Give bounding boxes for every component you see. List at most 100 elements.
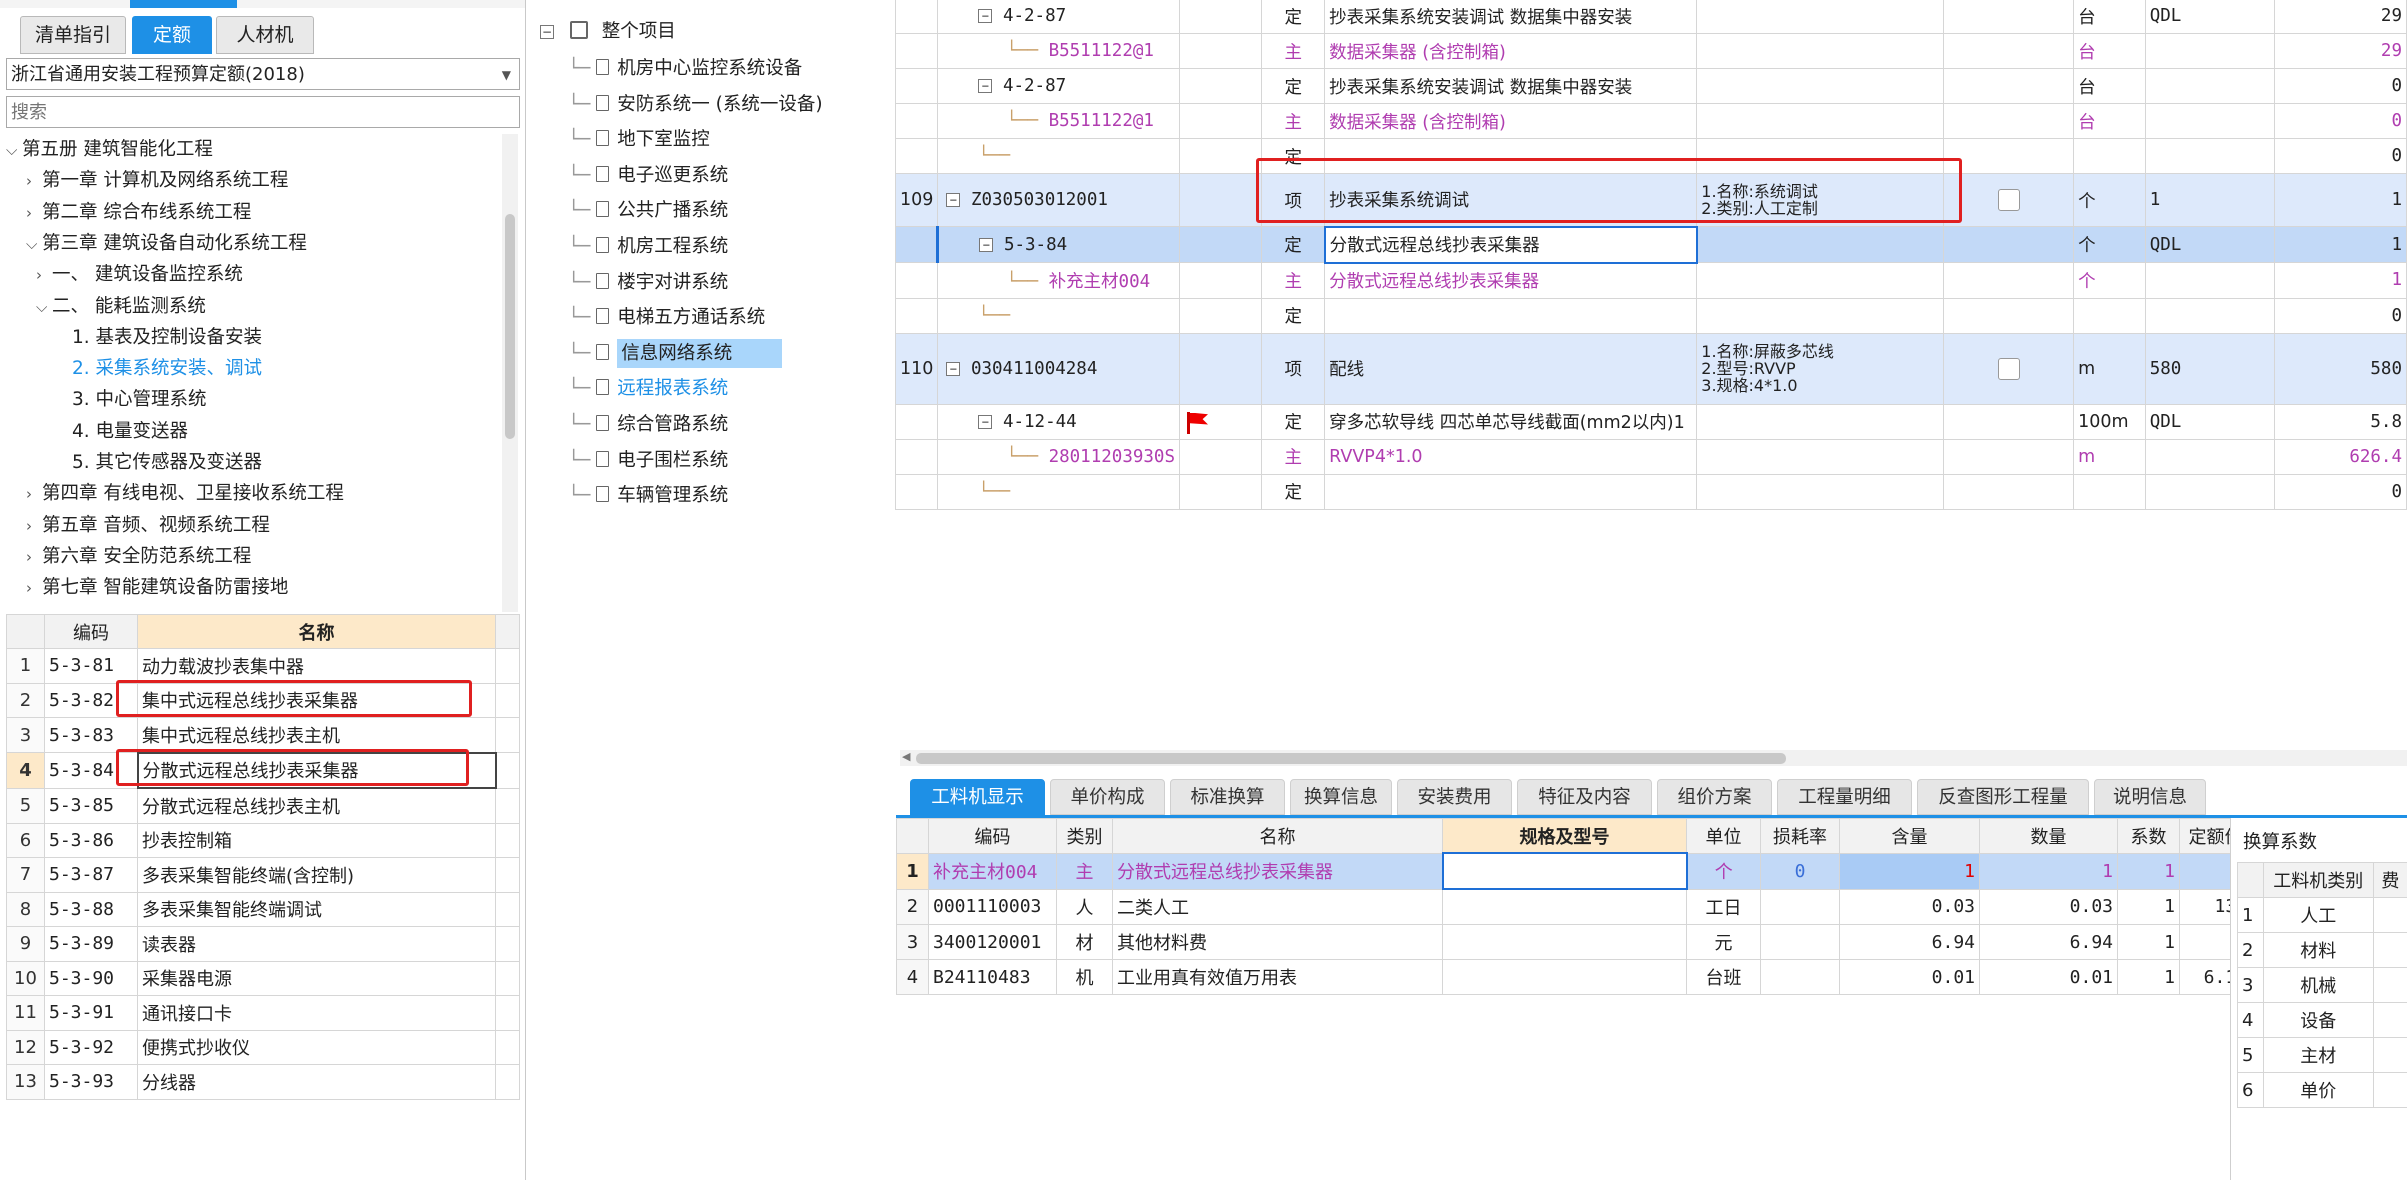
row-quantity-expr[interactable] (2144, 68, 2276, 104)
row-name[interactable] (1324, 297, 1698, 334)
detail-tab[interactable]: 安装费用 (1397, 779, 1512, 815)
row-quantity[interactable]: 580 (2274, 332, 2407, 405)
row-loss[interactable]: 0 (1760, 852, 1840, 890)
table-row[interactable]: └── 定 0 (894, 138, 2407, 174)
chevron-right-icon[interactable]: › (26, 573, 42, 604)
checkbox[interactable] (1997, 357, 2020, 380)
table-row[interactable]: 8 5-3-88 多表采集智能终端调试 (6, 891, 520, 927)
conv-row[interactable]: 1 人工 (2237, 897, 2407, 933)
table-row[interactable]: 6 5-3-86 抄表控制箱 (6, 822, 520, 858)
unit-project-item[interactable]: └─ 综合管路系统 (568, 408, 728, 441)
table-row[interactable]: └── 28011203930S 主 RVVP4*1.0 m 626.4 (894, 438, 2407, 475)
unit-project-item[interactable]: └─ 楼宇对讲系统 (568, 266, 728, 299)
conv-row-fee[interactable] (2372, 1037, 2407, 1073)
tree-item[interactable]: 1. 基表及控制设备安装 (72, 322, 262, 353)
collapse-icon[interactable]: − (978, 414, 993, 429)
table-row[interactable]: └── B5511122@1 主数据采集器 (含控制箱) 台 29 (894, 33, 2407, 69)
table-row[interactable]: 109− Z030503012001 项抄表采集系统调试 1.名称:系统调试 2.类别… (894, 173, 2407, 227)
conv-row[interactable]: 3 机械 (2237, 967, 2407, 1003)
row-name[interactable]: 分散式远程总线抄表采集器 (1323, 225, 1698, 264)
row-quantity-expr[interactable]: QDL (2144, 0, 2276, 34)
unit-project-item[interactable]: └─ 电梯五方通话系统 (568, 301, 765, 334)
chevron-down-icon[interactable]: ⌵ (26, 229, 42, 260)
row-qty[interactable]: 0.03 (1979, 888, 2118, 925)
row-spec[interactable] (1441, 852, 1688, 890)
row-quantity[interactable]: 29 (2274, 33, 2407, 69)
row-code[interactable]: − Z030503012001 (937, 173, 1180, 227)
row-name[interactable]: RVVP4*1.0 (1324, 438, 1698, 475)
row-quantity-expr[interactable]: 1 (2144, 173, 2276, 227)
header-column[interactable]: 数量 (1979, 818, 2118, 854)
tree-item[interactable]: › 第一章 计算机及网络系统工程 (26, 165, 288, 196)
row-name[interactable]: 抄表采集系统安装调试 数据集中器安装 (1324, 0, 1698, 34)
row-quantity[interactable]: 5.8 (2274, 403, 2407, 440)
chevron-down-icon[interactable]: ⌵ (36, 292, 52, 323)
header-column[interactable]: 规格及型号 (1442, 818, 1687, 854)
row-quantity-expr[interactable] (2144, 438, 2276, 475)
table-row[interactable]: 3 5-3-83 集中式远程总线抄表主机 (6, 717, 520, 753)
unit-project-item[interactable]: └─ 信息网络系统 (568, 337, 783, 370)
tab-labor-material-machine[interactable]: 人材机 (216, 16, 314, 54)
row-loss[interactable] (1760, 888, 1840, 925)
row-quantity-expr[interactable] (2144, 262, 2276, 299)
row-content[interactable]: 6.94 (1839, 924, 1980, 960)
row-qty[interactable]: 0.01 (1979, 959, 2118, 995)
tree-scrollbar[interactable] (502, 134, 518, 612)
conv-header-category[interactable]: 工料机类别 (2262, 862, 2374, 898)
row-code[interactable]: └── B5511122@1 (937, 33, 1180, 69)
row-code[interactable]: └── 28011203930S (937, 438, 1180, 475)
conv-header-fee[interactable]: 费 (2372, 862, 2407, 898)
collapse-icon[interactable]: − (946, 361, 961, 376)
table-row[interactable]: 13 5-3-93 分线器 (6, 1064, 520, 1100)
checkbox[interactable] (1997, 189, 2020, 211)
row-name[interactable]: 抄表采集系统安装调试 数据集中器安装 (1324, 68, 1698, 104)
conv-row-fee[interactable] (2372, 1072, 2407, 1108)
unit-project-item[interactable]: └─ 电子巡更系统 (568, 159, 728, 192)
detail-tab[interactable]: 换算信息 (1290, 779, 1392, 815)
chevron-right-icon[interactable]: › (26, 166, 42, 197)
project-root[interactable]: − 整个项目 (540, 15, 676, 48)
header-code[interactable]: 编码 (44, 614, 138, 649)
row-name[interactable]: 穿多芯软导线 四芯单芯导线截面(mm2以内)1 (1324, 403, 1698, 440)
table-row[interactable]: − 4-12-44 定穿多芯软导线 四芯单芯导线截面(mm2以内)1 100m QDL… (894, 403, 2407, 440)
conv-row[interactable]: 5 主材 (2237, 1037, 2407, 1073)
header-column[interactable]: 类别 (1056, 818, 1113, 854)
row-quantity[interactable]: 1 (2274, 173, 2407, 227)
row-quantity-expr[interactable]: QDL (2144, 403, 2276, 440)
row-quantity[interactable]: 1 (2274, 226, 2407, 263)
detail-tab[interactable]: 单价构成 (1050, 779, 1165, 815)
collapse-icon[interactable]: − (540, 25, 554, 39)
row-code[interactable]: └── (937, 473, 1180, 510)
row-quantity-expr[interactable] (2144, 473, 2276, 510)
header-column[interactable]: 含量 (1839, 818, 1980, 854)
table-row[interactable]: 110− 030411004284 项配线 1.名称:屏蔽多芯线 2.型号:RVVP 3… (894, 332, 2407, 405)
detail-tab[interactable]: 工料机显示 (910, 779, 1045, 815)
detail-tab[interactable]: 反查图形工程量 (1917, 779, 2089, 815)
tab-quota[interactable]: 定额 (132, 16, 212, 54)
tree-item[interactable]: 2. 采集系统安装、调试 (72, 353, 262, 384)
conv-row[interactable]: 4 设备 (2237, 1002, 2407, 1038)
row-coef[interactable]: 1 (2117, 888, 2180, 925)
row-name[interactable]: 分散式远程总线抄表采集器 (1324, 262, 1698, 299)
table-row[interactable]: 7 5-3-87 多表采集智能终端(含控制) (6, 857, 520, 893)
row-code[interactable]: └── 补充主材004 (937, 262, 1180, 299)
table-row[interactable]: └── 补充主材004 主分散式远程总线抄表采集器 个 1 (894, 262, 2407, 299)
tree-item[interactable]: › 第七章 智能建筑设备防雷接地 (26, 572, 288, 603)
table-row[interactable]: 11 5-3-91 通讯接口卡 (6, 995, 520, 1031)
unit-project-item[interactable]: └─ 地下室监控 (568, 123, 710, 156)
header-column[interactable]: 名称 (1112, 818, 1443, 854)
row-quantity[interactable]: 0 (2274, 68, 2407, 104)
tree-item[interactable]: ⌵ 二、 能耗监测系统 (36, 291, 206, 322)
row-name[interactable]: 数据采集器 (含控制箱) (1324, 103, 1698, 139)
row-qty[interactable]: 1 (1979, 852, 2118, 890)
tree-item[interactable]: › 第四章 有线电视、卫星接收系统工程 (26, 478, 344, 509)
row-content[interactable]: 0.01 (1839, 959, 1980, 995)
quota-library-select[interactable]: 浙江省通用安装工程预算定额(2018) ▼ (6, 58, 520, 90)
chevron-right-icon[interactable]: › (36, 260, 52, 291)
row-code[interactable]: └── B5511122@1 (937, 103, 1180, 139)
chevron-right-icon[interactable]: › (26, 511, 42, 542)
search-input[interactable] (6, 96, 520, 128)
tab-list-guide[interactable]: 清单指引 (20, 16, 126, 54)
row-quantity-expr[interactable] (2144, 297, 2276, 334)
row-quantity-expr[interactable]: QDL (2144, 226, 2276, 263)
